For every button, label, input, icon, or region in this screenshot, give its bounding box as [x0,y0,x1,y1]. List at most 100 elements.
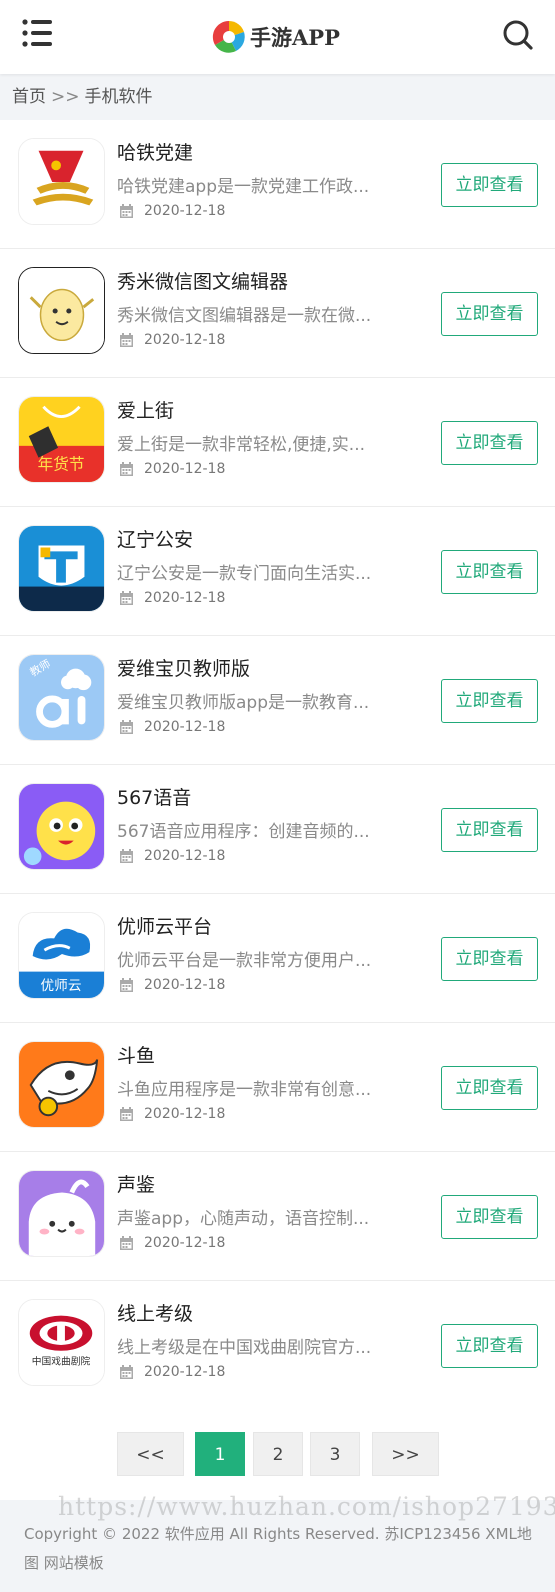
app-date: 2020-12-18 [119,719,225,735]
calendar-icon [120,1235,133,1250]
app-description: 声鉴app，心随声动，语音控制... [117,1209,370,1229]
page-button-2[interactable]: 2 [253,1432,303,1476]
app-date-text: 2020-12-18 [144,332,226,348]
app-description: 爱上街是一款非常轻松,便捷,实... [117,435,366,455]
calendar-icon [120,719,133,734]
page-button-1[interactable]: 1 [195,1432,245,1476]
app-date: 2020-12-18 [119,332,225,348]
app-date-text: 2020-12-18 [144,1106,226,1122]
page-button-3[interactable]: 3 [310,1432,360,1476]
app-date: 2020-12-18 [119,1364,225,1380]
app-title[interactable]: 线上考级 [117,1299,193,1326]
app-date-text: 2020-12-18 [144,977,226,993]
logo-text: 手游APP [250,25,340,50]
view-now-button[interactable]: 立即查看 [441,1195,538,1239]
calendar-icon [120,1364,133,1379]
app-title[interactable]: 哈铁党建 [117,138,193,165]
app-date: 2020-12-18 [119,1106,225,1122]
view-now-button[interactable]: 立即查看 [441,808,538,852]
list-item[interactable]: 声鉴 声鉴app，心随声动，语音控制... 2020-12-18 立即查看 [0,1152,555,1281]
breadcrumb-separator: >> [51,87,80,107]
breadcrumb-current[interactable]: 手机软件 [85,87,153,107]
app-description: 秀米微信文图编辑器是一款在微... [117,306,372,326]
app-description: 爱维宝贝教师版app是一款教育... [117,693,370,713]
app-description: 567语音应用程序：创建音频的... [117,822,370,842]
app-description: 斗鱼应用程序是一款非常有创意... [117,1080,372,1100]
prev-page-button[interactable]: << [117,1432,184,1476]
view-now-button[interactable]: 立即查看 [441,679,538,723]
opera-theatre-icon[interactable]: 中国戏曲剧院 [18,1299,105,1386]
view-now-button[interactable]: 立即查看 [441,937,538,981]
view-now-button[interactable]: 立即查看 [441,421,538,465]
watermark-text: https://www.huzhan.com/ishop27193 [58,1492,555,1521]
calendar-icon [120,1106,133,1121]
list-item[interactable]: 辽宁公安 辽宁公安是一款专门面向生活实... 2020-12-18 立即查看 [0,507,555,636]
calendar-icon [120,461,133,476]
app-title[interactable]: 爱维宝贝教师版 [117,654,250,681]
app-description: 线上考级是在中国戏曲剧院官方... [117,1338,372,1358]
app-date: 2020-12-18 [119,1235,225,1251]
app-title[interactable]: 声鉴 [117,1170,155,1197]
list-item[interactable]: 优师云 优师云平台 优师云平台是一款非常方便用户... 2020-12-18 立… [0,894,555,1023]
breadcrumb: 首页 >> 手机软件 [0,74,555,120]
list-item[interactable]: 斗鱼 斗鱼应用程序是一款非常有创意... 2020-12-18 立即查看 [0,1023,555,1152]
cloud-platform-icon[interactable]: 优师云 [18,912,105,999]
top-header: 手游APP [0,0,555,74]
logo-mark-icon [212,20,245,53]
voice-mascot-icon[interactable] [18,783,105,870]
list-item[interactable]: 年货节 爱上街 爱上街是一款非常轻松,便捷,实... 2020-12-18 立即… [0,378,555,507]
cloud-brand-text: 优师云 [41,978,82,994]
app-date: 2020-12-18 [119,977,225,993]
site-logo[interactable]: 手游APP [212,20,340,54]
app-date-text: 2020-12-18 [144,719,226,735]
app-date: 2020-12-18 [119,848,225,864]
app-list: 哈铁党建 哈铁党建app是一款党建工作政... 2020-12-18 立即查看 … [0,120,555,1410]
list-item[interactable]: 中国戏曲剧院 线上考级 线上考级是在中国戏曲剧院官方... 2020-12-18… [0,1281,555,1410]
view-now-button[interactable]: 立即查看 [441,163,538,207]
list-item[interactable]: 教师 爱维宝贝教师版 爱维宝贝教师版app是一款教育... 2020-12-18… [0,636,555,765]
calendar-icon [120,590,133,605]
search-icon[interactable] [503,20,533,50]
pagination: << 1 2 3 >> [0,1409,555,1500]
app-date: 2020-12-18 [119,203,225,219]
app-title[interactable]: 优师云平台 [117,912,212,939]
app-title[interactable]: 秀米微信图文编辑器 [117,267,288,294]
app-date-text: 2020-12-18 [144,1364,226,1380]
view-now-button[interactable]: 立即查看 [441,1324,538,1368]
calendar-icon [120,203,133,218]
view-now-button[interactable]: 立即查看 [441,1066,538,1110]
app-title[interactable]: 爱上街 [117,396,174,423]
police-shield-icon[interactable] [18,525,105,612]
app-date-text: 2020-12-18 [144,1235,226,1251]
xiumi-icon[interactable] [18,267,105,354]
fish-mascot-icon[interactable] [18,1041,105,1128]
bag-festival-text: 年货节 [38,454,85,473]
app-description: 辽宁公安是一款专门面向生活实... [117,564,372,584]
app-description: 优师云平台是一款非常方便用户... [117,951,372,971]
app-title[interactable]: 567语音 [117,783,191,810]
breadcrumb-home-link[interactable]: 首页 [12,87,46,107]
app-title[interactable]: 斗鱼 [117,1041,155,1068]
next-page-button[interactable]: >> [372,1432,439,1476]
app-date: 2020-12-18 [119,461,225,477]
app-title[interactable]: 辽宁公安 [117,525,193,552]
view-now-button[interactable]: 立即查看 [441,292,538,336]
app-date-text: 2020-12-18 [144,848,226,864]
app-date-text: 2020-12-18 [144,590,226,606]
footer: https://www.huzhan.com/ishop27193 Copyri… [0,1492,555,1592]
copyright-text: Copyright © 2022 软件应用 All Rights Reserve… [24,1525,532,1572]
view-now-button[interactable]: 立即查看 [441,550,538,594]
menu-icon[interactable] [22,18,54,48]
ghost-mascot-icon[interactable] [18,1170,105,1257]
app-date: 2020-12-18 [119,590,225,606]
shopping-bag-icon[interactable]: 年货节 [18,396,105,483]
list-item[interactable]: 567语音 567语音应用程序：创建音频的... 2020-12-18 立即查看 [0,765,555,894]
list-item[interactable]: 哈铁党建 哈铁党建app是一款党建工作政... 2020-12-18 立即查看 [0,120,555,249]
calendar-icon [120,977,133,992]
party-building-icon[interactable] [18,138,105,225]
ai-teacher-icon[interactable]: 教师 [18,654,105,741]
app-date-text: 2020-12-18 [144,461,226,477]
app-description: 哈铁党建app是一款党建工作政... [117,177,370,197]
list-item[interactable]: 秀米微信图文编辑器 秀米微信文图编辑器是一款在微... 2020-12-18 立… [0,249,555,378]
app-date-text: 2020-12-18 [144,203,226,219]
